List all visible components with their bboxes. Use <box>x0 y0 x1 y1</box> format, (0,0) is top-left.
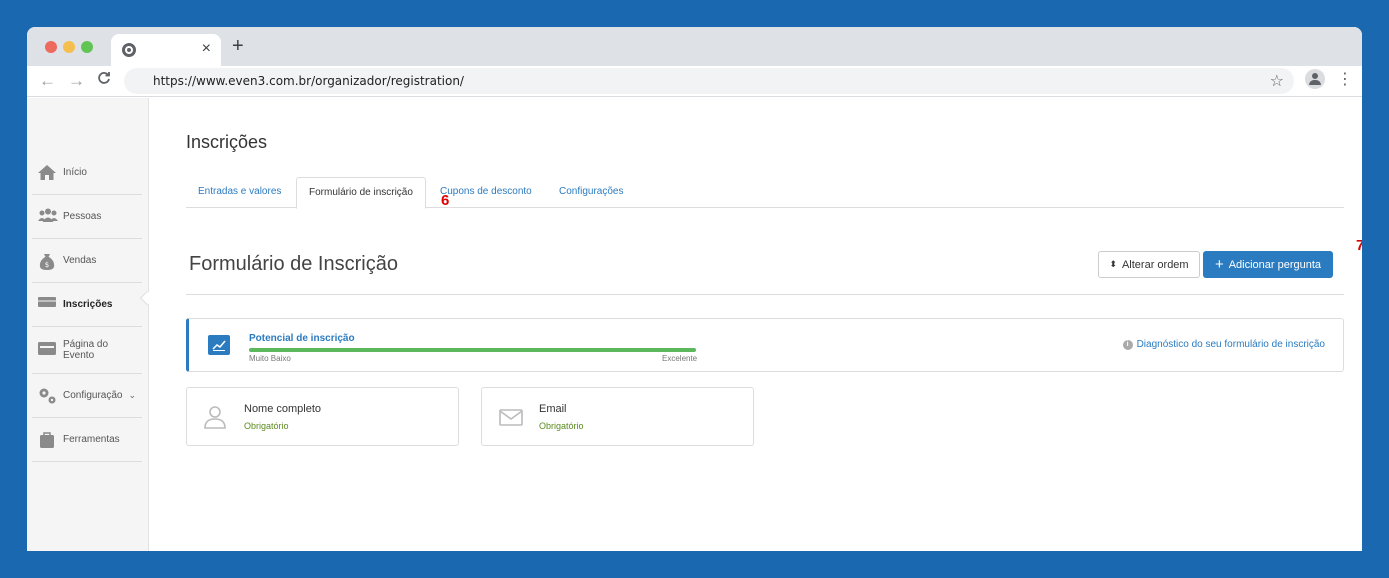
home-icon <box>37 163 57 183</box>
sidebar-item-pessoas[interactable]: Pessoas <box>32 195 142 239</box>
ticket-icon <box>37 295 57 315</box>
divider <box>186 294 1344 295</box>
sidebar-item-label: Início <box>63 167 87 178</box>
sidebar-item-label: Ferramentas <box>63 434 120 445</box>
sidebar-item-label: Configuração <box>63 390 123 401</box>
toolbox-icon <box>37 430 57 450</box>
maximize-window-button[interactable] <box>81 41 93 53</box>
bookmark-star-icon[interactable]: ☆ <box>1270 71 1284 91</box>
address-bar[interactable]: https://www.even3.com.br/organizador/reg… <box>124 68 1294 94</box>
sidebar-item-label: Pessoas <box>63 211 102 222</box>
chevron-down-icon: ⌄ <box>128 390 137 400</box>
tab-strip: × + <box>27 27 1362 66</box>
annotation-marker-7: 7 <box>1356 237 1362 254</box>
sidebar-item-label: Inscrições <box>63 299 113 310</box>
sort-icon: ⬍ <box>1109 259 1117 269</box>
sidebar-item-label: Vendas <box>63 255 97 266</box>
field-required-label: Obrigatório <box>539 421 584 431</box>
new-tab-button[interactable]: + <box>232 36 244 56</box>
potential-low-label: Muito Baixo <box>249 354 291 363</box>
close-tab-icon[interactable]: × <box>202 40 211 58</box>
annotation-marker-6: 6 <box>441 192 450 209</box>
add-question-label: Adicionar pergunta <box>1228 258 1322 271</box>
chrome-favicon-icon <box>122 43 136 57</box>
browser-toolbar: ← → https://www.even3.com.br/organizador… <box>27 66 1362 97</box>
tab-configuracoes[interactable]: Configurações <box>547 177 635 208</box>
browser-window-icon <box>37 340 57 360</box>
close-window-button[interactable] <box>45 41 57 53</box>
sidebar-item-label: Página do Evento <box>63 339 109 361</box>
change-order-label: Alterar ordem <box>1121 258 1189 271</box>
sidebar-item-vendas[interactable]: $ Vendas <box>32 239 142 283</box>
potential-progress-bar <box>249 348 696 352</box>
chart-icon <box>208 335 230 355</box>
svg-text:$: $ <box>45 261 49 269</box>
sidebar: Início Pessoas $ Vendas Inscrições Págin… <box>27 98 155 551</box>
field-required-label: Obrigatório <box>244 421 289 431</box>
info-icon: i <box>1122 339 1133 350</box>
forward-icon[interactable]: → <box>68 70 85 92</box>
gears-icon <box>37 386 57 406</box>
field-name: Nome completo <box>244 403 322 415</box>
form-field-card[interactable]: Nome completo Obrigatório <box>186 387 459 446</box>
money-bag-icon: $ <box>37 251 57 271</box>
page-title: Inscrições <box>186 132 268 152</box>
plus-icon: + <box>1214 255 1224 273</box>
sidebar-item-configuracao[interactable]: Configuração ⌄ <box>32 374 142 418</box>
sidebar-item-ferramentas[interactable]: Ferramentas <box>32 418 142 462</box>
people-icon <box>37 207 58 227</box>
diagnostic-link-label: Diagnóstico do seu formulário de inscriç… <box>1136 339 1325 350</box>
field-name: Email <box>539 403 567 415</box>
sidebar-item-inscricoes[interactable]: Inscrições <box>32 283 142 327</box>
browser-tab[interactable]: × <box>111 34 221 66</box>
registration-potential-panel: Potencial de inscrição Muito Baixo Excel… <box>186 318 1344 372</box>
browser-window: × + ← → https://www.even3.com.br/organiz… <box>27 27 1362 551</box>
back-icon[interactable]: ← <box>39 70 56 92</box>
envelope-icon <box>498 404 523 430</box>
sidebar-item-pagina-do-evento[interactable]: Página do Evento <box>32 327 142 374</box>
minimize-window-button[interactable] <box>63 41 75 53</box>
reload-icon[interactable] <box>97 70 111 92</box>
sidebar-item-inicio[interactable]: Início <box>32 151 142 195</box>
potential-title: Potencial de inscrição <box>249 333 355 344</box>
page-tabs: Entradas e valores Formulário de inscriç… <box>186 177 1344 209</box>
tab-formulario-de-inscricao[interactable]: Formulário de inscrição <box>296 177 426 209</box>
profile-avatar-icon[interactable] <box>1305 69 1325 89</box>
browser-menu-icon[interactable]: ⋮ <box>1337 70 1353 90</box>
add-question-button[interactable]: + Adicionar pergunta <box>1203 251 1333 278</box>
main-content: Inscrições Entradas e valores Formulário… <box>149 98 1362 551</box>
potential-high-label: Excelente <box>662 354 698 363</box>
section-title: Formulário de Inscrição <box>189 253 398 275</box>
tab-entradas-e-valores[interactable]: Entradas e valores <box>186 177 293 208</box>
url-text[interactable]: https://www.even3.com.br/organizador/reg… <box>153 74 464 88</box>
form-field-card[interactable]: Email Obrigatório <box>481 387 754 446</box>
user-icon <box>203 404 227 430</box>
change-order-button[interactable]: ⬍ Alterar ordem <box>1098 251 1200 278</box>
diagnostic-link[interactable]: i Diagnóstico do seu formulário de inscr… <box>1122 339 1325 350</box>
